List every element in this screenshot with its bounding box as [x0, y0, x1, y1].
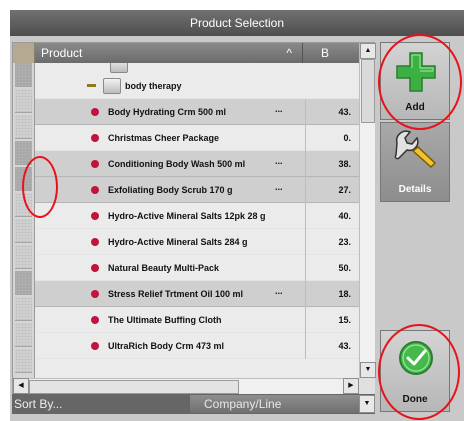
product-value: 43.: [305, 333, 359, 359]
bullet-icon: [91, 342, 99, 350]
category-row[interactable]: body therapy: [35, 73, 359, 99]
product-value: 38.: [305, 151, 359, 177]
row-selector[interactable]: [15, 89, 32, 113]
category-name: body therapy: [125, 81, 182, 91]
row-selector-column: [13, 63, 35, 378]
sort-ascending-icon: ^: [286, 46, 292, 60]
row-selector[interactable]: [15, 349, 32, 373]
product-name: Conditioning Body Wash 500 ml: [108, 159, 246, 169]
product-ellipsis[interactable]: ...: [275, 182, 283, 192]
product-value: 0.: [305, 125, 359, 151]
sort-by-value: Company/Line: [204, 397, 282, 411]
column-header-second[interactable]: B: [303, 43, 359, 63]
bullet-icon: [91, 264, 99, 272]
product-ellipsis[interactable]: ...: [275, 104, 283, 114]
product-row[interactable]: Hydro-Active Mineral Salts 284 g 23.: [35, 229, 359, 255]
product-row[interactable]: Christmas Cheer Package 0.: [35, 125, 359, 151]
product-row[interactable]: Conditioning Body Wash 500 ml... 38.: [35, 151, 359, 177]
row-selector[interactable]: [15, 219, 32, 243]
bullet-icon: [91, 186, 99, 194]
scroll-down-button[interactable]: ▼: [360, 362, 376, 378]
row-selector[interactable]: [15, 323, 32, 347]
product-row[interactable]: Natural Beauty Multi-Pack 50.: [35, 255, 359, 281]
product-value: 15.: [305, 307, 359, 333]
scroll-up-button[interactable]: ▲: [360, 43, 376, 59]
collapse-icon[interactable]: [87, 84, 96, 87]
sort-bar: Sort By... Company/Line ▼: [12, 394, 375, 414]
product-value: 40.: [305, 203, 359, 229]
product-row[interactable]: Exfoliating Body Scrub 170 g... 27.: [35, 177, 359, 203]
row-selector[interactable]: [15, 245, 32, 269]
product-value: 50.: [305, 255, 359, 281]
product-name: The Ultimate Buffing Cloth: [108, 315, 222, 325]
scroll-left-button[interactable]: ◀: [13, 378, 29, 394]
bullet-icon: [91, 316, 99, 324]
bullet-icon: [91, 290, 99, 298]
sort-by-select[interactable]: Company/Line ▼: [190, 395, 375, 413]
product-name: UltraRich Body Crm 473 ml: [108, 341, 225, 351]
product-value: 27.: [305, 177, 359, 203]
scrollbar-corner: [359, 378, 375, 394]
select-all-header[interactable]: [13, 43, 35, 63]
product-value: 23.: [305, 229, 359, 255]
bullet-icon: [91, 238, 99, 246]
annotation-circle-add: [378, 34, 462, 130]
category-box-icon: [103, 78, 121, 94]
product-ellipsis[interactable]: ...: [275, 156, 283, 166]
bullet-icon: [91, 212, 99, 220]
column-header-product-label: Product: [41, 46, 83, 60]
bullet-icon: [91, 134, 99, 142]
vertical-scroll-thumb[interactable]: [361, 59, 375, 123]
product-name: Exfoliating Body Scrub 170 g: [108, 185, 233, 195]
product-rows: body therapy Body Hydrating Crm 500 ml..…: [35, 63, 359, 378]
product-name: Stress Relief Trtment Oil 100 ml: [108, 289, 244, 299]
product-name: Christmas Cheer Package: [108, 133, 220, 143]
row-selector[interactable]: [15, 271, 32, 295]
product-row[interactable]: UltraRich Body Crm 473 ml 43.: [35, 333, 359, 359]
product-row[interactable]: Body Hydrating Crm 500 ml... 43.: [35, 99, 359, 125]
product-name: Hydro-Active Mineral Salts 284 g: [108, 237, 248, 247]
product-row[interactable]: Stress Relief Trtment Oil 100 ml... 18.: [35, 281, 359, 307]
product-name: Body Hydrating Crm 500 ml: [108, 107, 227, 117]
row-selector[interactable]: [15, 115, 32, 139]
product-name: Natural Beauty Multi-Pack: [108, 263, 220, 273]
product-ellipsis[interactable]: ...: [275, 286, 283, 296]
vertical-scrollbar[interactable]: ▲ ▼: [359, 43, 376, 378]
annotation-circle-selector: [22, 156, 58, 218]
row-selector[interactable]: [15, 63, 32, 87]
annotation-circle-done: [378, 324, 460, 420]
product-row[interactable]: Hydro-Active Mineral Salts 12pk 28 g 40.: [35, 203, 359, 229]
product-grid: Product ^ B body therapy Body Hydrating …: [12, 42, 376, 394]
product-value: 18.: [305, 281, 359, 307]
dropdown-arrow-icon[interactable]: ▼: [359, 395, 375, 413]
horizontal-scrollbar[interactable]: ◀ ▶: [13, 378, 359, 394]
category-box-icon: [110, 63, 128, 73]
bullet-icon: [91, 160, 99, 168]
product-name: Hydro-Active Mineral Salts 12pk 28 g: [108, 211, 266, 221]
column-header-product[interactable]: Product ^: [35, 43, 303, 63]
details-button-label: Details: [398, 184, 432, 195]
details-button[interactable]: Details: [380, 122, 450, 202]
row-selector[interactable]: [15, 297, 32, 321]
scroll-right-button[interactable]: ▶: [343, 378, 359, 394]
product-row[interactable]: The Ultimate Buffing Cloth 15.: [35, 307, 359, 333]
window-title: Product Selection: [10, 10, 464, 36]
bullet-icon: [91, 108, 99, 116]
wrench-icon: [394, 130, 437, 169]
horizontal-scroll-thumb[interactable]: [29, 380, 239, 394]
sort-by-label: Sort By...: [14, 397, 63, 411]
product-value: 43.: [305, 99, 359, 125]
